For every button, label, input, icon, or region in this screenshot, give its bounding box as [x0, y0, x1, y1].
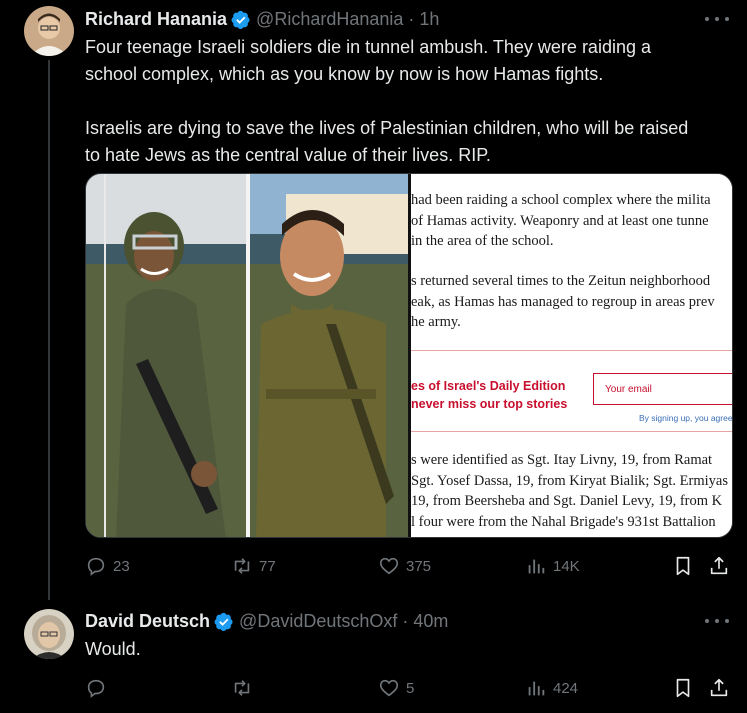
- article-line: 19, from Beersheba and Sgt. Daniel Levy,…: [411, 493, 723, 509]
- views-button[interactable]: 14K: [525, 555, 580, 577]
- view-count: 14K: [553, 557, 580, 575]
- verified-badge-icon: [214, 612, 234, 632]
- like-count: 375: [406, 557, 432, 575]
- reply-button[interactable]: [85, 677, 107, 699]
- author-name[interactable]: David Deutsch: [85, 611, 210, 632]
- author-handle[interactable]: @RichardHanania: [256, 9, 403, 30]
- article-line: s were identified as Sgt. Itay Livny, 19…: [411, 452, 713, 468]
- tweet-media[interactable]: had been raiding a school complex where …: [85, 173, 733, 538]
- tweet1-header: Richard Hanania @RichardHanania · 1h: [85, 9, 439, 30]
- tweet2-action-bar: 5 424: [85, 677, 733, 703]
- tweet1-text: Four teenage Israeli soldiers die in tun…: [85, 34, 735, 169]
- timestamp[interactable]: 1h: [419, 9, 439, 30]
- view-count: 424: [553, 679, 579, 697]
- signup-disclaimer: By signing up, you agree to t: [639, 413, 733, 423]
- article-line: he army.: [411, 314, 461, 330]
- separator-dot: ·: [408, 9, 415, 29]
- share-icon: [710, 556, 728, 575]
- views-icon: [528, 681, 545, 696]
- repost-icon: [234, 680, 250, 696]
- avatar-richard-hanania[interactable]: [24, 6, 74, 56]
- author-name[interactable]: Richard Hanania: [85, 9, 227, 30]
- reply-icon: [87, 557, 105, 576]
- more-icon[interactable]: [705, 9, 729, 29]
- tweet-text-line: Israelis are dying to save the lives of …: [85, 118, 689, 138]
- newsletter-email-field: Your email: [593, 373, 732, 405]
- article-paragraph-middle: s returned several times to the Zeitun n…: [411, 271, 732, 333]
- reply-button[interactable]: 23: [85, 555, 130, 577]
- article-line: of Hamas activity. Weaponry and at least…: [411, 212, 709, 229]
- author-handle[interactable]: @DavidDeutschOxf: [239, 611, 397, 632]
- share-button[interactable]: [708, 555, 730, 577]
- promo-subtitle: never miss our top stories: [411, 397, 568, 411]
- repost-button[interactable]: 77: [231, 555, 276, 577]
- article-paragraph-bottom: s were identified as Sgt. Itay Livny, 19…: [411, 450, 732, 532]
- share-button[interactable]: [708, 677, 730, 699]
- tweet2-header: David Deutsch @DavidDeutschOxf · 40m: [85, 611, 448, 632]
- tweet2-text: Would.: [85, 636, 735, 663]
- article-paragraph-top: had been raiding a school complex where …: [411, 190, 732, 252]
- article-line: l four were from the Nahal Brigade's 931…: [411, 513, 716, 530]
- views-icon: [528, 559, 545, 574]
- article-line: s returned several times to the Zeitun n…: [411, 273, 711, 289]
- like-icon: [379, 679, 399, 697]
- article-clipping[interactable]: had been raiding a school complex where …: [411, 174, 733, 537]
- timestamp[interactable]: 40m: [413, 611, 448, 632]
- like-button[interactable]: 5: [378, 677, 414, 699]
- more-icon[interactable]: [705, 611, 729, 631]
- repost-icon: [234, 558, 250, 574]
- verified-badge-icon: [231, 10, 251, 30]
- bookmark-button[interactable]: [672, 677, 694, 699]
- like-icon: [379, 557, 399, 575]
- article-line: in the area of the school.: [411, 233, 554, 249]
- tweet-text-line: Would.: [85, 639, 141, 659]
- like-button[interactable]: 375: [378, 555, 431, 577]
- article-line: had been raiding a school complex where …: [411, 192, 711, 208]
- article-line: eak, as Hamas has managed to regroup in …: [411, 293, 715, 310]
- bookmark-icon: [676, 678, 690, 698]
- tweet-text-line: school complex, which as you know by now…: [85, 64, 604, 84]
- separator-dot: ·: [402, 611, 409, 631]
- promo-title: es of Israel's Daily Edition: [411, 379, 566, 393]
- views-button[interactable]: 424: [525, 677, 578, 699]
- like-count: 5: [406, 679, 415, 697]
- newsletter-promo: es of Israel's Daily Edition never miss …: [411, 350, 733, 432]
- soldiers-photo[interactable]: [86, 174, 408, 537]
- article-line: Sgt. Yosef Dassa, 19, from Kiryat Bialik…: [411, 472, 728, 489]
- tweet1-action-bar: 23 77 375 14K: [85, 555, 733, 581]
- thread-connector-line: [48, 60, 50, 600]
- reply-count: 23: [113, 557, 130, 575]
- reply-icon: [87, 679, 105, 698]
- tweet-text-line: Four teenage Israeli soldiers die in tun…: [85, 37, 651, 57]
- repost-count: 77: [259, 557, 276, 575]
- avatar-david-deutsch[interactable]: [24, 609, 74, 659]
- repost-button[interactable]: [231, 677, 253, 699]
- bookmark-button[interactable]: [672, 555, 694, 577]
- tweet-text-line: to hate Jews as the central value of the…: [85, 145, 491, 165]
- bookmark-icon: [676, 556, 690, 576]
- share-icon: [710, 678, 728, 697]
